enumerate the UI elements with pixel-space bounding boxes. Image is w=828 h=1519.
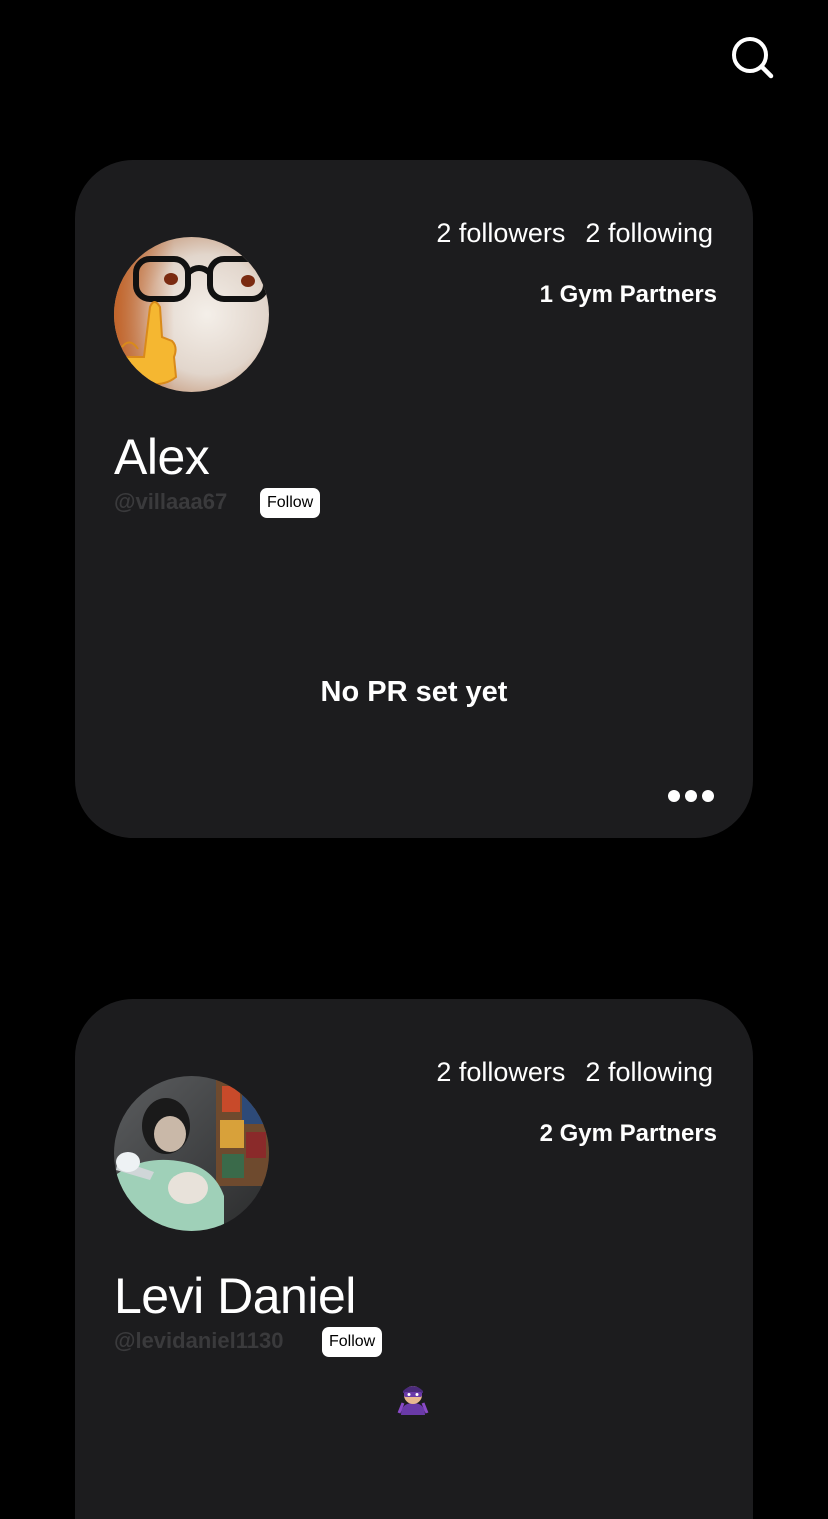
followers-count[interactable]: 2 followers [436,1057,565,1087]
profile-handle: @villaaa67 [114,489,228,514]
more-horizontal-icon [668,790,714,802]
more-options-button[interactable] [667,788,715,804]
gym-partners-count[interactable]: 2 Gym Partners [540,1120,717,1148]
profile-card[interactable]: 2 followers 2 following 2 Gym Partners L… [75,999,753,1519]
avatar-image [114,1076,269,1231]
pr-status: No PR set yet [320,676,508,708]
profile-name: Alex [114,429,210,485]
follow-button[interactable]: Follow [260,488,321,518]
profile-handle: @levidaniel1130 [114,1328,284,1353]
superhero-emoji-icon [395,1379,431,1415]
followers-count[interactable]: 2 followers [436,218,565,248]
follow-button[interactable]: Follow [322,1327,383,1357]
profile-stats: 2 followers 2 following [436,1057,713,1088]
avatar[interactable] [114,237,269,392]
avatar-image [114,237,269,392]
profile-card[interactable]: 2 followers 2 following 1 Gym Partners A… [75,160,753,838]
following-count[interactable]: 2 following [585,1057,713,1087]
gym-partners-count[interactable]: 1 Gym Partners [540,281,717,309]
search-icon [732,37,774,79]
search-button[interactable] [728,34,776,82]
profile-stats: 2 followers 2 following [436,218,713,249]
profile-name: Levi Daniel [114,1268,356,1324]
following-count[interactable]: 2 following [585,218,713,248]
avatar[interactable] [114,1076,269,1231]
